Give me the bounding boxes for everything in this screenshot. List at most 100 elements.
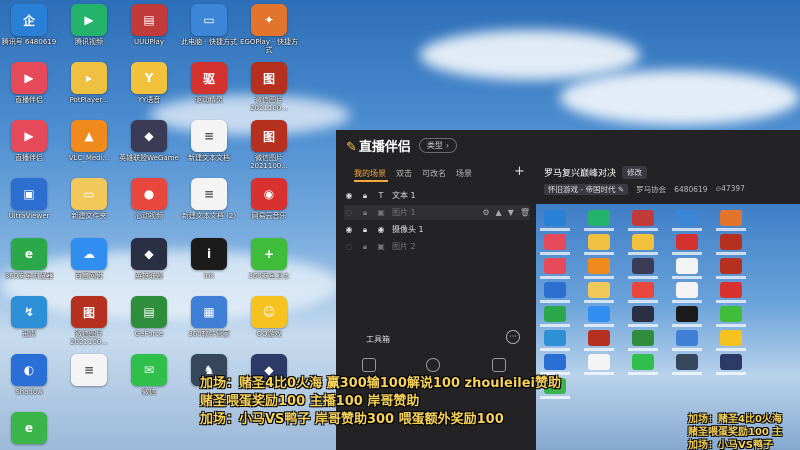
desktop-icon[interactable]: ☁ 百度网盘 <box>58 238 120 294</box>
preview-desktop-icon <box>632 258 654 274</box>
source-name: 文本 1 <box>392 191 416 200</box>
lock-icon[interactable]: 🔒︎ <box>360 242 370 252</box>
desktop-icon[interactable]: ▸ PotPlayer... <box>58 62 120 118</box>
app-icon: 驱 <box>191 62 227 94</box>
text-source-icon: T <box>378 191 384 200</box>
tab-my-scene[interactable]: 我的场景 <box>354 168 386 179</box>
app-icon: 图 <box>251 62 287 94</box>
desktop-icon[interactable]: 图微信图片 2021100... <box>238 120 300 176</box>
desktop-icon[interactable]: ✉ 微信 <box>118 354 180 410</box>
preview-desktop-icon <box>632 234 654 250</box>
stream-caption-line: 加场：小马VS鸭子 岸哥赞助300 喂蛋额外奖励100 <box>200 412 504 427</box>
desktop-icon[interactable]: 企腾讯号 6480619 <box>0 4 60 60</box>
tab-rename[interactable]: 可改名 <box>422 168 446 179</box>
desktop-icon[interactable]: ● 心动视频 <box>118 178 180 234</box>
eye-hidden-icon[interactable]: ◌ <box>344 208 354 217</box>
app-icon: 图 <box>71 296 107 328</box>
lock-icon[interactable]: 🔒︎ <box>360 225 370 235</box>
toolbox-more-button[interactable]: ··· <box>506 330 520 344</box>
desktop-icon[interactable]: ▭ 此电脑 - 快捷方式 <box>178 4 240 60</box>
eye-icon[interactable]: ◉ <box>344 225 354 234</box>
desktop-icon[interactable]: i ink <box>178 238 240 294</box>
desktop-icon[interactable]: e 360安全浏览器 <box>0 238 60 294</box>
stream-preview[interactable]: 加场：赌圣4比0火海 赌圣喂蛋奖励100 主 加场：小马VS鸭子 <box>536 204 800 450</box>
desktop-icon-label: 百度网盘 <box>75 272 103 280</box>
desktop-icon[interactable]: +360安全卫士 <box>238 238 300 294</box>
desktop-icon[interactable]: ◆ 英雄联盟WeGame <box>118 120 180 176</box>
desktop-icon[interactable]: ▦ 360软件管家 <box>178 296 240 352</box>
desktop-icon[interactable]: ≡ 新建文本文档 (2) <box>178 178 240 234</box>
preview-icon-label <box>628 372 658 375</box>
desktop-icon[interactable]: ☺ QQ游戏 <box>238 296 300 352</box>
preview-icon-label <box>672 300 702 303</box>
tab-double-click[interactable]: 双击 <box>396 168 412 179</box>
desktop-icon-label: 直播伴侣 <box>15 154 43 162</box>
source-name: 摄像头 1 <box>392 225 424 234</box>
preview-desktop-icon <box>720 234 742 250</box>
desktop-icon[interactable]: ≡ <box>58 354 120 410</box>
tab-scene[interactable]: 场景 <box>456 168 472 179</box>
move-down-icon[interactable]: ▼ <box>508 208 514 217</box>
preview-desktop-icon <box>720 210 742 226</box>
desktop-icon[interactable]: ▤ UUUPlay <box>118 4 180 60</box>
settings-icon[interactable]: ⚙ <box>482 208 489 217</box>
tool-icon[interactable] <box>426 358 440 372</box>
desktop-icon[interactable]: 图微信图片 2021100... <box>238 62 300 118</box>
type-button[interactable]: 类型 › <box>418 137 458 153</box>
tool-icon[interactable] <box>492 358 506 372</box>
app-icon: ◉ <box>251 178 287 210</box>
desktop-icon[interactable]: ▭ 新建文件夹 <box>58 178 120 234</box>
app-header: ✎ 直播伴侣 类型 › <box>336 130 536 160</box>
desktop-icon[interactable]: ▶ 直播伴侣 <box>0 62 60 118</box>
eye-icon[interactable]: ◉ <box>344 191 354 200</box>
tool-icon[interactable] <box>362 358 376 372</box>
desktop-icon[interactable]: ▣ UltraViewer <box>0 178 60 234</box>
app-icon: Y <box>131 62 167 94</box>
desktop-icon-label: 腾讯号 6480619 <box>1 38 57 46</box>
room-id: 6480619 <box>674 184 708 194</box>
desktop-icon-label: VLC_Medi... <box>68 154 110 162</box>
category-chip[interactable]: 怀旧游戏 - 帝国时代 ✎ <box>544 183 629 195</box>
source-name: 图片 2 <box>392 242 416 251</box>
desktop-icon-label: 新建文本文档 <box>188 154 230 162</box>
desktop-icon[interactable]: ▶ 腾讯视频 <box>58 4 120 60</box>
desktop-icon[interactable]: ▶ 直播伴侣 <box>0 120 60 176</box>
desktop-icon[interactable]: e <box>0 412 60 450</box>
viewer-count: 🔥︎47397 <box>716 184 745 194</box>
desktop-icon[interactable]: 驱驱动精灵 <box>178 62 240 118</box>
desktop-icon[interactable]: ◉ 网易云音乐 <box>238 178 300 234</box>
add-scene-button[interactable]: + <box>514 164 525 179</box>
preview-desktop-icon <box>588 354 610 370</box>
desktop-icon[interactable]: ✦ EGOPlay - 快捷方式 <box>238 4 300 60</box>
app-icon: ▶ <box>71 4 107 36</box>
room-name: 罗马协会 <box>636 184 667 194</box>
app-icon: e <box>11 238 47 270</box>
lock-icon[interactable]: 🔒︎ <box>360 191 370 201</box>
source-name: 图片 1 <box>392 208 416 217</box>
source-item[interactable]: ◉ 🔒︎ T 文本 1 <box>344 188 530 203</box>
move-up-icon[interactable]: ▲ <box>496 208 502 217</box>
edit-title-button[interactable]: 修改 <box>622 165 648 179</box>
desktop-icon-label: 网易云音乐 <box>251 212 287 220</box>
source-item[interactable]: ◌ 🔒︎ ▣ 图片 2 <box>344 239 530 254</box>
desktop-icon[interactable]: ◆ 英雄联盟 <box>118 238 180 294</box>
app-logo-text: 直播伴侣 <box>358 139 411 155</box>
desktop-icon[interactable]: ↯ 迅雷 <box>0 296 60 352</box>
desktop-icon[interactable]: ▤ GeForce <box>118 296 180 352</box>
desktop-icon[interactable]: ▲ VLC_Medi... <box>58 120 120 176</box>
source-item[interactable]: ◉ 🔒︎ ◉ 摄像头 1 <box>344 222 530 237</box>
lock-icon[interactable]: 🔒︎ <box>360 208 370 218</box>
desktop-icon[interactable]: 图微信图片 2021100... <box>58 296 120 352</box>
preview-icon-label <box>716 372 746 375</box>
desktop-icon[interactable]: Y YY语音 <box>118 62 180 118</box>
eye-hidden-icon[interactable]: ◌ <box>344 242 354 251</box>
desktop-icon[interactable]: ≡ 新建文本文档 <box>178 120 240 176</box>
source-item[interactable]: ◌ 🔒︎ ▣ 图片 1 ⚙ ▲ ▼ 🗑︎ <box>344 205 530 220</box>
app-icon: 图 <box>251 120 287 152</box>
delete-icon[interactable]: 🗑︎ <box>520 208 530 217</box>
desktop-icon[interactable]: ◐ Shadow <box>0 354 60 410</box>
preview-icon-label <box>540 252 570 255</box>
preview-desktop-icon <box>544 258 566 274</box>
preview-desktop-icon <box>720 330 742 346</box>
app-icon: ▣ <box>11 178 47 210</box>
